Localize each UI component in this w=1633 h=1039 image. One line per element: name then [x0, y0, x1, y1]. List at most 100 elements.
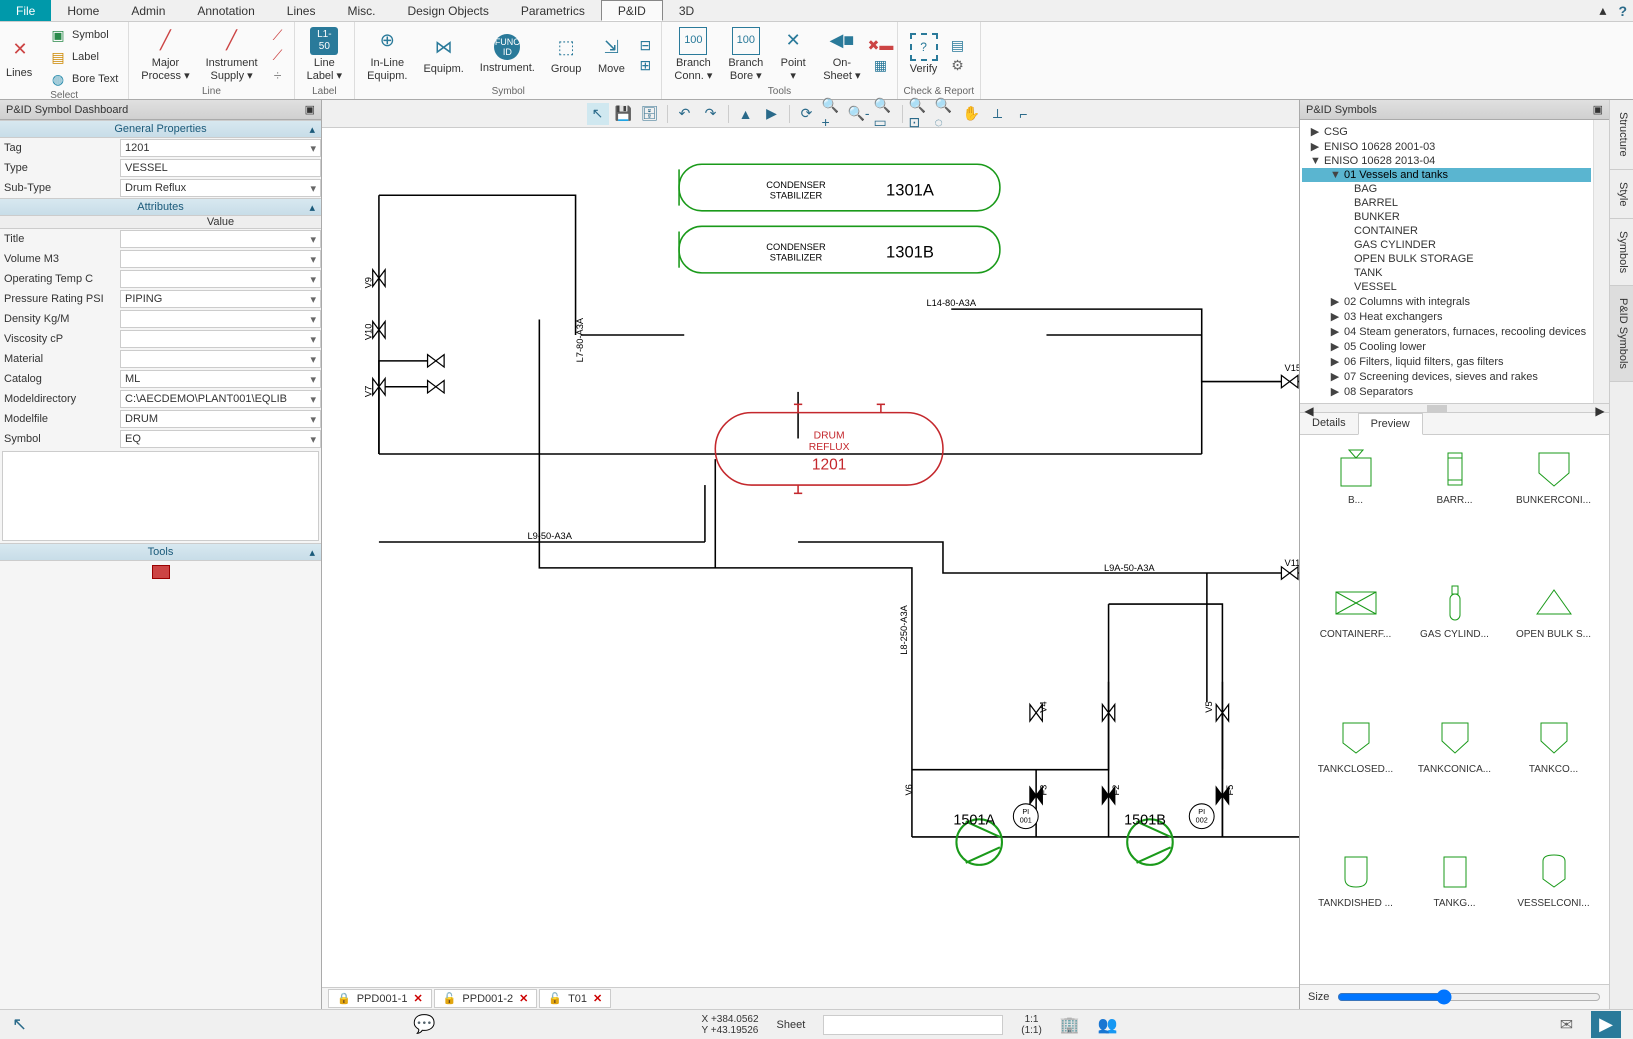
zoom-fit-icon[interactable]: 🔍⊡: [909, 103, 931, 125]
attr-field[interactable]: C:\AECDEMO\PLANT001\EQLIB: [120, 390, 321, 408]
equip-button[interactable]: ⋈Equipm.: [417, 31, 469, 78]
close-tab-icon[interactable]: ✕: [413, 992, 422, 1005]
line-style-2-icon[interactable]: ⟋: [268, 45, 288, 65]
preview-item[interactable]: VESSELCONI...: [1506, 846, 1601, 976]
tree-leaf[interactable]: GAS CYLINDER: [1302, 238, 1591, 252]
preview-item[interactable]: BUNKERCONI...: [1506, 443, 1601, 573]
attr-field[interactable]: [120, 310, 321, 328]
mail-icon[interactable]: ✉: [1560, 1015, 1573, 1035]
instrument-supply-button[interactable]: ╱Instrument Supply ▾: [200, 25, 264, 85]
preview-item[interactable]: OPEN BULK S...: [1506, 577, 1601, 707]
scroll-right-icon[interactable]: ▶: [1591, 404, 1609, 412]
preview-item[interactable]: GAS CYLIND...: [1407, 577, 1502, 707]
users-icon[interactable]: 👥: [1098, 1015, 1118, 1035]
tools-extra-2-icon[interactable]: ▦: [871, 55, 891, 75]
subtype-field[interactable]: Drum Reflux: [120, 179, 321, 197]
inline-equip-button[interactable]: ⊕In-Line Equipm.: [361, 25, 413, 85]
align-icon[interactable]: ⌐: [1013, 103, 1035, 125]
menu-file[interactable]: File: [0, 0, 51, 21]
tools-small-icon[interactable]: [152, 565, 170, 579]
horizontal-splitter[interactable]: ◀ ▶: [1300, 403, 1609, 413]
sheet-input[interactable]: [823, 1015, 1003, 1035]
doc-tab[interactable]: 🔓T01✕: [539, 989, 611, 1008]
preview-item[interactable]: TANKCONICA...: [1407, 712, 1502, 842]
tools-extra-1-icon[interactable]: ✖▬: [871, 35, 891, 55]
attr-field[interactable]: PIPING: [120, 290, 321, 308]
tree-item[interactable]: ▶08 Separators: [1302, 384, 1591, 399]
attr-field[interactable]: EQ: [120, 430, 321, 448]
help-icon[interactable]: ?: [1612, 0, 1633, 21]
select-bore-text-button[interactable]: ◍Bore Text: [44, 68, 122, 90]
select-symbol-button[interactable]: ▣Symbol: [44, 24, 122, 46]
tree-item[interactable]: ▶05 Cooling lower: [1302, 339, 1591, 354]
preview-item[interactable]: TANKG...: [1407, 846, 1502, 976]
zoom-selection-icon[interactable]: 🔍◌: [935, 103, 957, 125]
major-process-button[interactable]: ╱Major Process ▾: [135, 25, 195, 85]
vtab-structure[interactable]: Structure: [1610, 100, 1633, 170]
sym-tool-1-icon[interactable]: ⊟: [635, 35, 655, 55]
redo-icon[interactable]: ↷: [700, 103, 722, 125]
tag-field[interactable]: 1201: [120, 139, 321, 157]
verify-button[interactable]: ?Verify: [904, 31, 944, 78]
menu-design-objects[interactable]: Design Objects: [391, 0, 504, 21]
attr-field[interactable]: [120, 330, 321, 348]
zoom-out-icon[interactable]: 🔍-: [848, 103, 870, 125]
play-icon[interactable]: ▶: [1591, 1011, 1621, 1038]
attr-field[interactable]: [120, 250, 321, 268]
report-2-icon[interactable]: ⚙: [948, 55, 968, 75]
on-sheet-button[interactable]: ◀■On- Sheet ▾: [817, 25, 866, 85]
menu-admin[interactable]: Admin: [115, 0, 181, 21]
line-style-1-icon[interactable]: ⟋: [268, 25, 288, 45]
size-slider[interactable]: [1337, 989, 1601, 1005]
lines-tool-icon[interactable]: ✕: [6, 35, 34, 63]
panel-pin-icon[interactable]: ▣: [305, 103, 315, 116]
tree-item[interactable]: ▶07 Screening devices, sieves and rakes: [1302, 369, 1591, 384]
menu-home[interactable]: Home: [51, 0, 115, 21]
tree-leaf[interactable]: TANK: [1302, 266, 1591, 280]
tree-leaf[interactable]: BUNKER: [1302, 210, 1591, 224]
report-1-icon[interactable]: ▤: [948, 35, 968, 55]
tree-leaf[interactable]: BARREL: [1302, 196, 1591, 210]
tree-item[interactable]: ▼ENISO 10628 2013-04: [1302, 154, 1591, 168]
close-tab-icon[interactable]: ✕: [519, 992, 528, 1005]
preview-item[interactable]: BARR...: [1407, 443, 1502, 573]
panel-pin-icon[interactable]: ▣: [1593, 103, 1603, 116]
tree-item[interactable]: ▶06 Filters, liquid filters, gas filters: [1302, 354, 1591, 369]
tree-item-selected[interactable]: ▼01 Vessels and tanks: [1302, 168, 1591, 182]
menu-misc[interactable]: Misc.: [331, 0, 391, 21]
vtab-symbols[interactable]: Symbols: [1610, 219, 1633, 286]
attr-field[interactable]: [120, 350, 321, 368]
menu-lines[interactable]: Lines: [271, 0, 332, 21]
buildings-icon[interactable]: 🏢: [1060, 1015, 1080, 1035]
type-field[interactable]: VESSEL: [120, 159, 321, 177]
measure-icon[interactable]: ⟂: [987, 103, 1009, 125]
undo-icon[interactable]: ↶: [674, 103, 696, 125]
attr-field[interactable]: [120, 230, 321, 248]
drawing-canvas[interactable]: CONDENSERSTABILIZER 1301A CONDENSERSTABI…: [322, 128, 1299, 987]
move-button[interactable]: ⇲Move: [591, 31, 631, 78]
tree-scrollbar[interactable]: [1593, 120, 1609, 403]
pan-icon[interactable]: ✋: [961, 103, 983, 125]
line-style-3-icon[interactable]: ÷: [268, 65, 288, 85]
refresh-icon[interactable]: ⟳: [796, 103, 818, 125]
save-icon[interactable]: 💾: [613, 103, 635, 125]
menu-annotation[interactable]: Annotation: [181, 0, 270, 21]
line-label-button[interactable]: L1-50Line Label ▾: [301, 25, 349, 85]
vtab-style[interactable]: Style: [1610, 170, 1633, 219]
group-button[interactable]: ⬚Group: [545, 31, 588, 78]
select-label-button[interactable]: ▤Label: [44, 46, 122, 68]
save-all-icon[interactable]: 🗄: [639, 103, 661, 125]
instrument-button[interactable]: FUNC IDInstrument.: [474, 32, 541, 77]
tree-item[interactable]: ▶02 Columns with integrals: [1302, 294, 1591, 309]
flip-right-icon[interactable]: ▶: [761, 103, 783, 125]
attr-field[interactable]: ML: [120, 370, 321, 388]
tree-item[interactable]: ▶03 Heat exchangers: [1302, 309, 1591, 324]
tools-header[interactable]: Tools▴: [0, 543, 321, 561]
tree-item[interactable]: ▶ENISO 10628 2001-03: [1302, 139, 1591, 154]
tree-leaf[interactable]: VESSEL: [1302, 280, 1591, 294]
menu-parametrics[interactable]: Parametrics: [505, 0, 601, 21]
menu-3d[interactable]: 3D: [663, 0, 710, 21]
symbol-tree[interactable]: ▶CSG ▶ENISO 10628 2001-03 ▼ENISO 10628 2…: [1300, 120, 1593, 403]
doc-tab[interactable]: 🔓PPD001-2✕: [434, 989, 538, 1008]
tree-leaf[interactable]: OPEN BULK STORAGE: [1302, 252, 1591, 266]
